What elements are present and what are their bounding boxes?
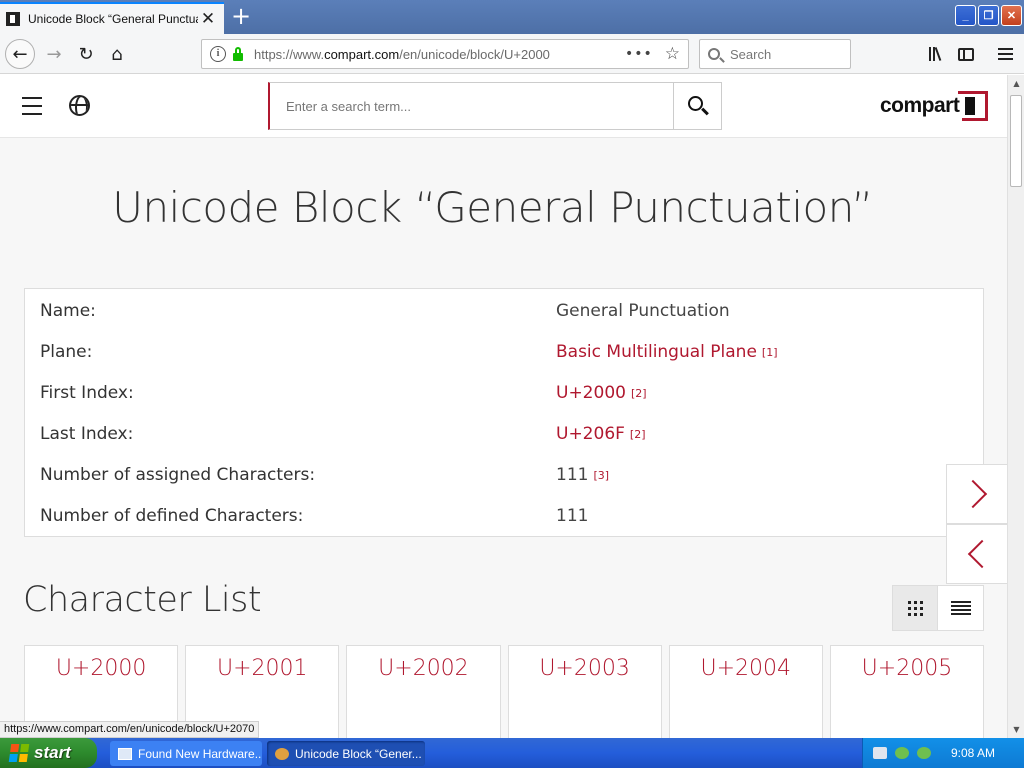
window-controls: _ ❐ ✕ — [955, 5, 1022, 26]
info-label: Plane: — [40, 342, 93, 362]
info-value: 111 — [556, 465, 589, 485]
compart-logo[interactable]: compart — [880, 90, 989, 122]
url-prefix: https://www. — [254, 46, 325, 62]
footnote-ref[interactable]: [3] — [593, 469, 609, 482]
info-label: Number of defined Characters: — [40, 506, 304, 526]
logo-mark-icon — [958, 91, 989, 121]
firefox-icon — [275, 747, 289, 760]
search-icon — [688, 96, 703, 111]
logo-text: compart — [880, 94, 960, 117]
system-tray: 9:08 AM — [862, 738, 1024, 768]
character-card[interactable]: U+2003 — [507, 645, 662, 738]
safely-remove-tray-icon[interactable] — [917, 747, 931, 759]
previous-block-arrow-icon[interactable] — [946, 524, 1007, 584]
reload-button[interactable]: ↻ — [72, 40, 100, 68]
info-row-assigned: Number of assigned Characters: 111 [3] — [40, 460, 970, 490]
new-tab-button[interactable]: + — [228, 4, 254, 30]
start-button[interactable]: start — [0, 738, 97, 768]
taskbar-item-hardware[interactable]: Found New Hardware... — [110, 741, 262, 766]
page-viewport: Enter a search term... compart Unicode B… — [0, 75, 1007, 738]
info-row-plane: Plane: Basic Multilingual Plane [1] — [40, 337, 970, 367]
info-row-defined: Number of defined Characters: 111 — [40, 501, 970, 531]
footnote-ref[interactable]: [2] — [631, 387, 647, 400]
next-block-arrow-icon[interactable] — [946, 464, 1007, 524]
info-row-name: Name: General Punctuation — [40, 296, 970, 326]
site-menu-icon[interactable] — [22, 97, 42, 115]
info-row-last-index: Last Index: U+206F [2] — [40, 419, 970, 449]
scrollbar-thumb[interactable] — [1010, 95, 1022, 187]
info-label: Last Index: — [40, 424, 134, 444]
link-status-url: https://www.compart.com/en/unicode/block… — [0, 721, 260, 738]
site-search-input[interactable]: Enter a search term... — [268, 82, 674, 130]
window-close-button[interactable]: ✕ — [1001, 5, 1022, 26]
grid-view-button[interactable] — [893, 586, 939, 630]
start-label: start — [34, 743, 71, 762]
address-bar[interactable]: i https://www.compart.com/en/unicode/blo… — [201, 39, 689, 69]
language-globe-icon[interactable] — [69, 95, 90, 116]
windows-logo-icon — [8, 744, 30, 762]
secure-lock-icon[interactable] — [232, 47, 244, 61]
info-label: Number of assigned Characters: — [40, 465, 316, 485]
browser-tab-strip: Unicode Block “General Punctuatio ✕ + _ … — [0, 0, 1024, 34]
scroll-up-icon[interactable]: ▲ — [1008, 75, 1024, 92]
grid-icon — [907, 600, 923, 616]
page-scrollbar[interactable]: ▲ ▼ — [1007, 75, 1024, 738]
hamburger-menu-icon[interactable] — [994, 43, 1016, 65]
page-info-icon[interactable]: i — [210, 46, 226, 62]
list-view-button[interactable] — [938, 586, 983, 630]
info-value: General Punctuation — [556, 301, 730, 321]
character-card[interactable]: U+2005 — [829, 645, 985, 738]
keyboard-tray-icon[interactable] — [873, 747, 887, 759]
back-button[interactable]: ← — [5, 39, 35, 69]
browser-search-placeholder: Search — [730, 46, 772, 62]
character-card[interactable]: U+2002 — [346, 645, 501, 738]
plane-link[interactable]: Basic Multilingual Plane — [556, 342, 757, 362]
info-label: Name: — [40, 301, 96, 321]
search-icon — [708, 48, 720, 60]
info-value: 111 — [556, 506, 589, 526]
url-path: /en/unicode/block/U+2000 — [399, 46, 550, 62]
tab-close-icon[interactable]: ✕ — [198, 9, 218, 29]
first-index-link[interactable]: U+2000 — [556, 383, 626, 403]
navigation-toolbar: ← → ↻ ⌂ i https://www.compart.com/en/uni… — [0, 34, 1024, 74]
block-info-table: Name: General Punctuation Plane: Basic M… — [24, 288, 984, 537]
restore-button[interactable]: ❐ — [978, 5, 999, 26]
url-text[interactable]: https://www.compart.com/en/unicode/block… — [254, 47, 625, 62]
list-icon — [950, 601, 971, 615]
last-index-link[interactable]: U+206F — [556, 424, 625, 444]
browser-search-input[interactable]: Search — [699, 39, 851, 69]
window-icon — [118, 747, 132, 760]
view-toggle — [892, 585, 984, 631]
browser-tab[interactable]: Unicode Block “General Punctuatio ✕ — [0, 2, 224, 34]
character-list-heading: Character List — [23, 580, 262, 620]
info-row-first-index: First Index: U+2000 [2] — [40, 378, 970, 408]
sidebar-toggle-icon[interactable] — [955, 43, 977, 65]
site-search-button[interactable] — [674, 82, 722, 130]
url-domain: compart.com — [324, 46, 400, 62]
taskbar: start Found New Hardware... Unicode Bloc… — [0, 738, 1024, 768]
clock: 9:08 AM — [951, 746, 996, 760]
library-icon[interactable] — [924, 43, 946, 65]
info-label: First Index: — [40, 383, 134, 403]
home-button[interactable]: ⌂ — [103, 40, 131, 68]
minimize-button[interactable]: _ — [955, 5, 976, 26]
forward-button[interactable]: → — [40, 40, 68, 68]
bookmark-star-icon[interactable]: ☆ — [665, 44, 680, 64]
page-title: Unicode Block “General Punctuation” — [112, 183, 873, 232]
footnote-ref[interactable]: [2] — [630, 428, 646, 441]
scroll-down-icon[interactable]: ▼ — [1008, 721, 1024, 738]
site-header: Enter a search term... compart — [0, 75, 1007, 138]
taskbar-item-label: Unicode Block “Gener... — [295, 746, 422, 761]
network-tray-icon[interactable] — [895, 747, 909, 759]
page-actions-icon[interactable]: ••• — [625, 46, 653, 62]
tab-title: Unicode Block “General Punctuatio — [28, 12, 198, 26]
taskbar-item-label: Found New Hardware... — [138, 746, 262, 761]
compart-favicon-icon — [6, 12, 20, 26]
character-card[interactable]: U+2004 — [668, 645, 823, 738]
footnote-ref[interactable]: [1] — [762, 346, 778, 359]
taskbar-item-browser[interactable]: Unicode Block “Gener... — [267, 741, 425, 766]
